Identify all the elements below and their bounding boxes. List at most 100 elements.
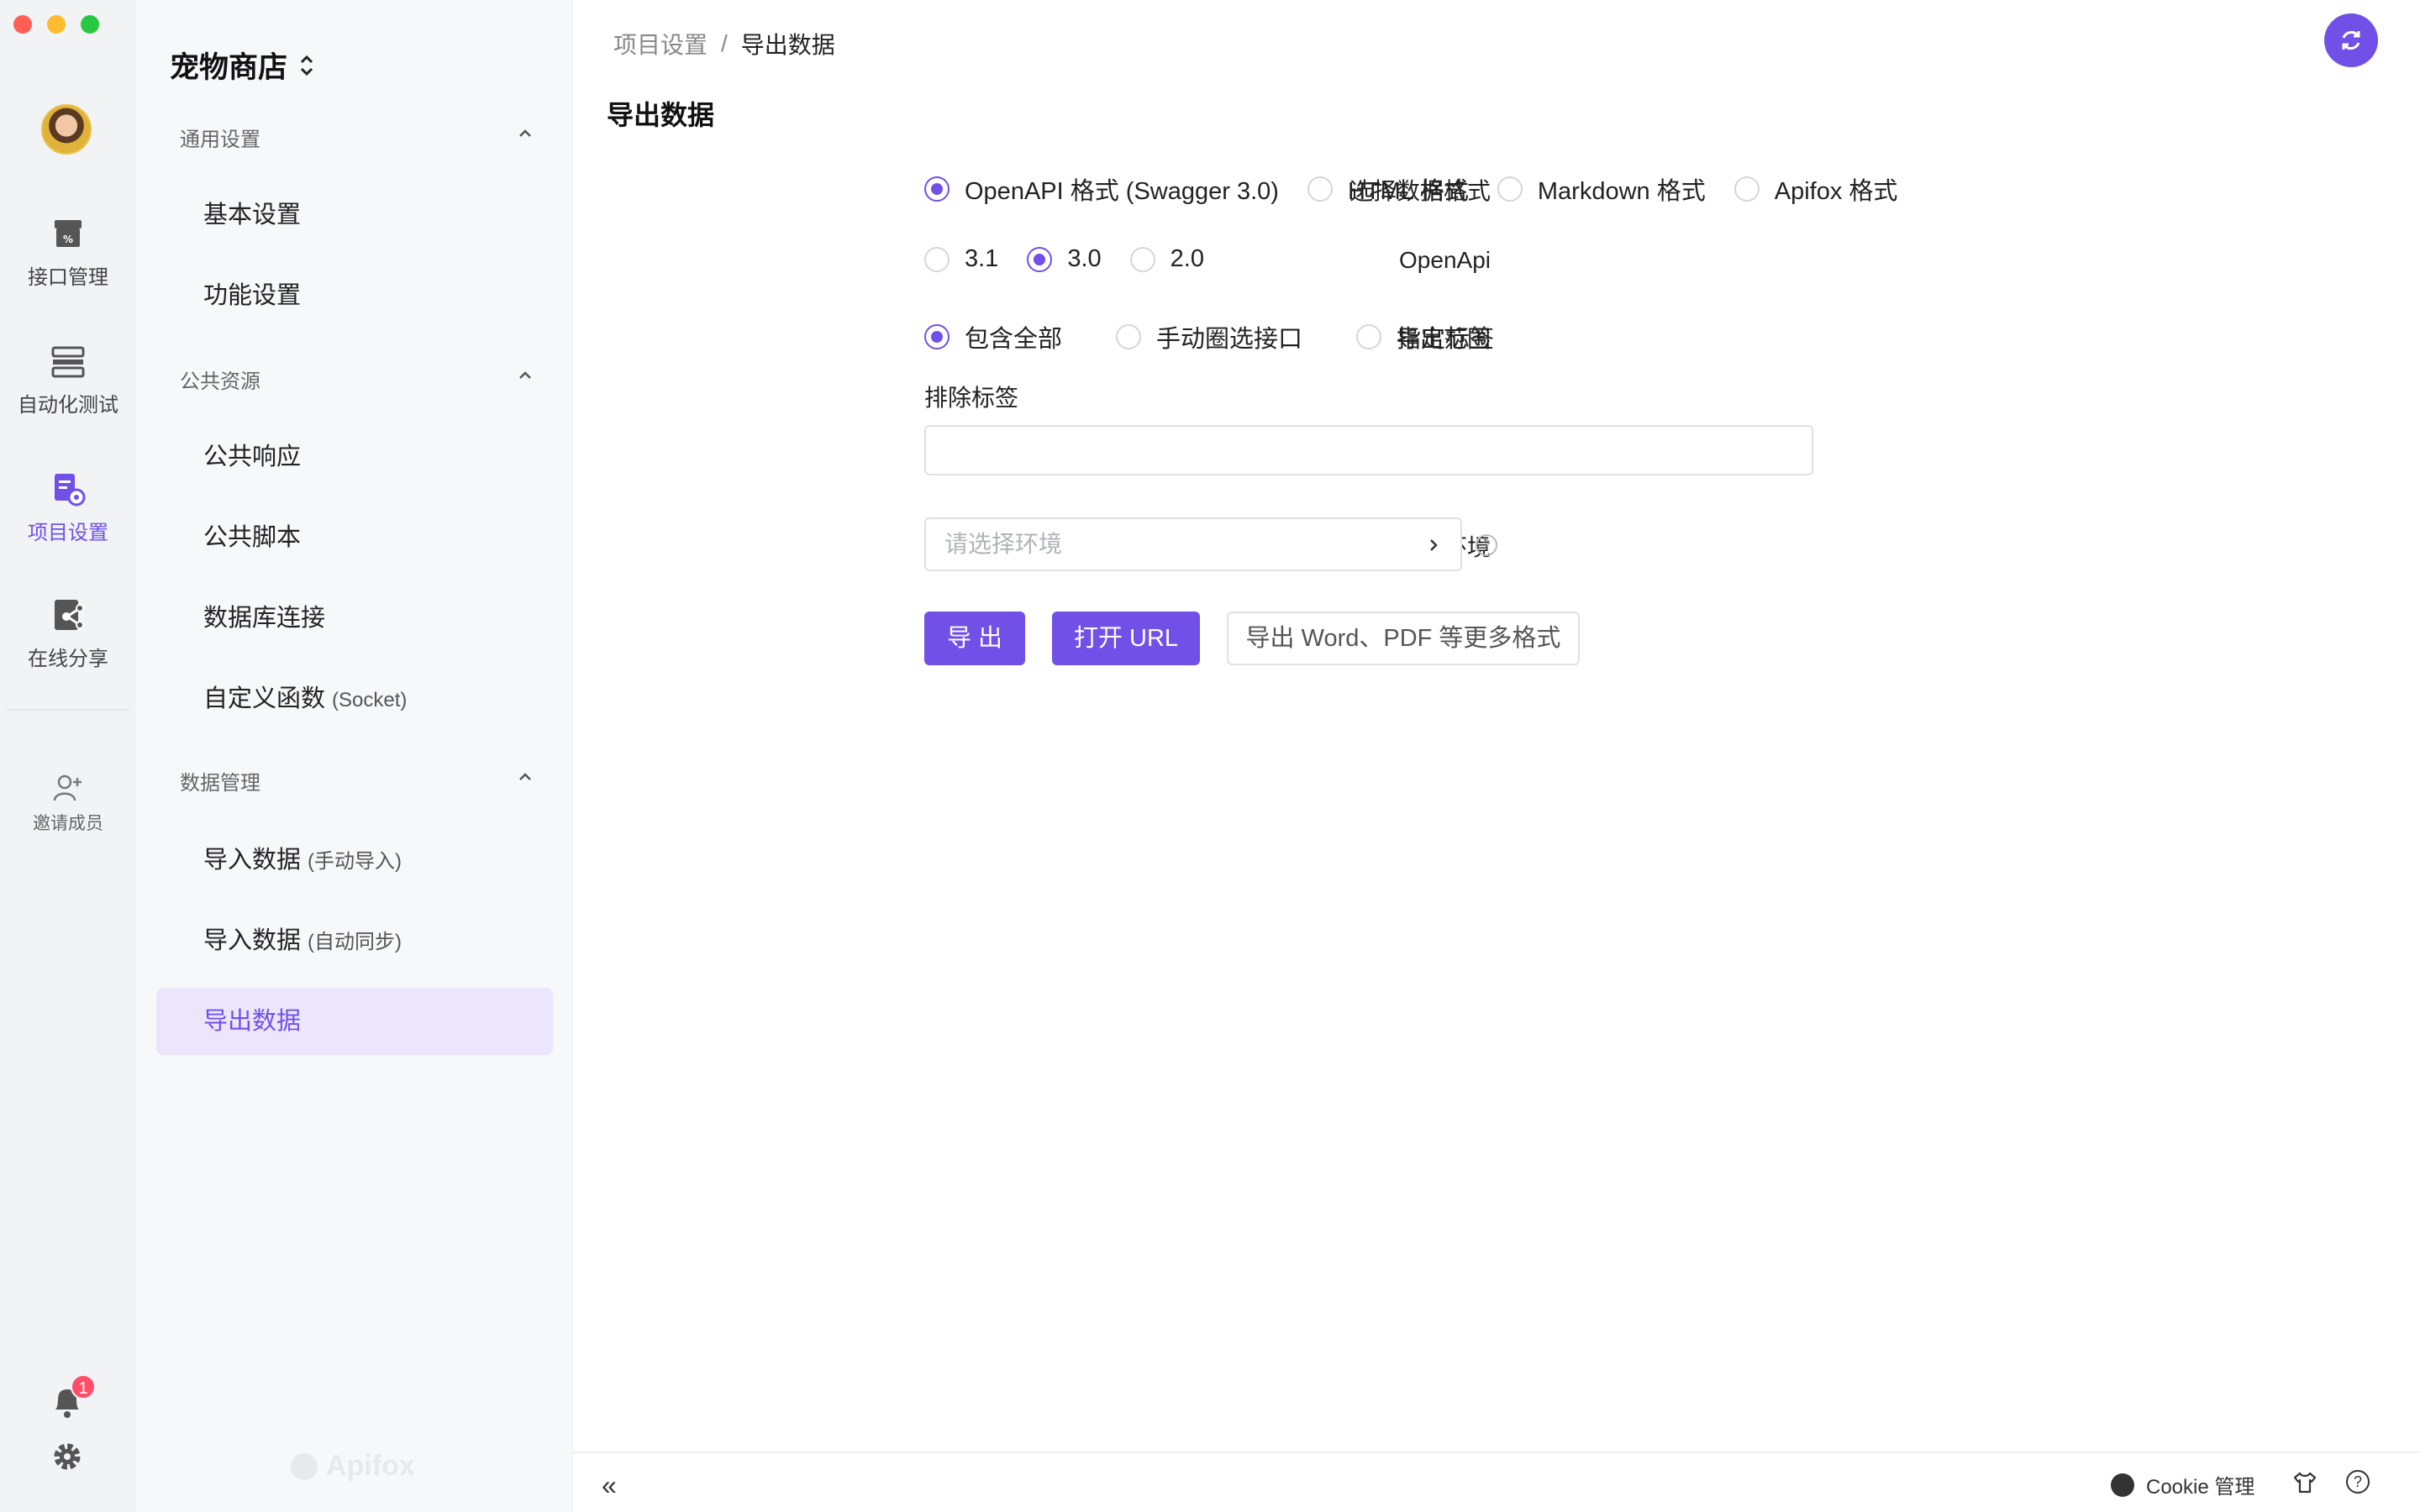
chevron-up-icon: [519, 129, 531, 137]
automation-icon: [51, 346, 85, 378]
cookie-manager-button[interactable]: Cookie 管理: [2111, 1470, 2254, 1499]
icon-rail: % 接口管理 自动化测试 项目设置 在线分享 邀请成员 1: [0, 0, 136, 1512]
environment-select[interactable]: 请选择环境: [924, 517, 1462, 571]
chevron-right-icon: [1430, 539, 1438, 551]
minimize-window-button[interactable]: [47, 15, 66, 34]
radio-label: 2.0: [1170, 245, 1204, 272]
sidebar-item-database-connection[interactable]: 数据库连接: [156, 585, 553, 652]
export-button[interactable]: 导 出: [924, 612, 1025, 665]
updown-chevron-icon: [300, 55, 313, 76]
nav-item-label: 数据库连接: [203, 605, 326, 632]
nav-item-label: 自定义函数: [203, 685, 326, 712]
collapse-sidebar-button[interactable]: «: [602, 1470, 617, 1501]
radio-circle: [924, 246, 950, 272]
radio-scope-manual[interactable]: 手动圈选接口: [1116, 319, 1302, 354]
breadcrumb: 项目设置 / 导出数据: [613, 27, 835, 60]
sidebar-item-import-manual[interactable]: 导入数据 (手动导入): [156, 827, 553, 894]
project-switcher[interactable]: 宠物商店: [170, 44, 314, 87]
radio-label: 3.1: [965, 245, 999, 272]
cookie-label: Cookie 管理: [2146, 1476, 2255, 1499]
nav-item-label: 公共脚本: [203, 524, 302, 551]
group-public-resources[interactable]: 公共资源: [180, 365, 533, 394]
sidebar-item-custom-function[interactable]: 自定义函数 (Socket): [156, 665, 553, 732]
help-icon[interactable]: ?: [1476, 534, 1497, 556]
gear-icon[interactable]: [50, 1440, 84, 1473]
export-scope-radio-group: 包含全部 手动圈选接口 指定标签: [924, 319, 1523, 354]
chevron-up-icon: [519, 371, 531, 379]
nav-item-label: 导出数据: [203, 1008, 302, 1035]
svg-text:%: %: [63, 234, 73, 245]
sync-button[interactable]: [2324, 13, 2378, 67]
radio-circle: [1497, 176, 1523, 202]
nav-item-label: 导入数据: [203, 927, 302, 954]
more-formats-button[interactable]: 导出 Word、PDF 等更多格式: [1227, 612, 1580, 665]
sidebar-item-feature-settings[interactable]: 功能设置: [156, 262, 553, 329]
radio-openapi-3-1[interactable]: 3.1: [924, 245, 998, 273]
cookie-icon: [2111, 1473, 2134, 1497]
radio-label: Markdown 格式: [1537, 178, 1706, 205]
nav-item-label: 基本设置: [203, 202, 302, 228]
sidebar-item-public-response[interactable]: 公共响应: [156, 423, 553, 491]
breadcrumb-parent[interactable]: 项目设置: [613, 27, 708, 60]
radio-label: HTML 格式: [1347, 178, 1469, 205]
radio-label: OpenAPI 格式 (Swagger 3.0): [965, 178, 1279, 205]
rail-item-label: 自动化测试: [18, 394, 118, 417]
radio-format-html[interactable]: HTML 格式: [1307, 171, 1469, 207]
page-title: 导出数据: [607, 100, 715, 130]
radio-format-openapi[interactable]: OpenAPI 格式 (Swagger 3.0): [924, 171, 1279, 207]
apifox-logo-icon: [291, 1452, 318, 1480]
sidebar-item-basic-settings[interactable]: 基本设置: [156, 181, 553, 249]
rail-divider: [7, 709, 129, 711]
watermark-text: Apifox: [326, 1450, 415, 1482]
rail-item-label: 在线分享: [28, 648, 108, 670]
close-window-button[interactable]: [13, 15, 32, 34]
breadcrumb-separator: /: [721, 30, 728, 56]
nav-item-label: 功能设置: [203, 282, 302, 309]
theme-shirt-icon[interactable]: [2292, 1470, 2317, 1495]
rail-item-label: 接口管理: [28, 266, 108, 289]
rail-item-project-settings[interactable]: 项目设置: [0, 470, 136, 545]
nav-item-label: 导入数据: [203, 847, 302, 874]
add-user-icon: [53, 774, 82, 801]
radio-circle: [1027, 246, 1053, 272]
exclude-tags-label: 排除标签: [924, 385, 1019, 411]
radio-openapi-2-0[interactable]: 2.0: [1129, 245, 1204, 273]
radio-circle: [924, 176, 950, 202]
notification-badge: 1: [71, 1374, 96, 1399]
radio-format-apifox[interactable]: Apifox 格式: [1733, 171, 1898, 207]
rail-item-automation[interactable]: 自动化测试: [0, 343, 136, 417]
maximize-window-button[interactable]: [81, 15, 99, 34]
invite-members-button[interactable]: 邀请成员: [0, 773, 136, 835]
environment-placeholder: 请选择环境: [944, 531, 1063, 557]
open-url-button[interactable]: 打开 URL: [1052, 612, 1200, 665]
group-data-management[interactable]: 数据管理: [180, 766, 533, 795]
rail-item-share[interactable]: 在线分享: [0, 596, 136, 671]
radio-openapi-3-0[interactable]: 3.0: [1027, 245, 1102, 273]
radio-scope-all[interactable]: 包含全部: [924, 319, 1062, 354]
radio-label: 包含全部: [965, 326, 1063, 353]
openapi-version-label: OpenApi: [1399, 247, 1491, 273]
rail-item-api[interactable]: % 接口管理: [0, 215, 136, 290]
exclude-tags-input[interactable]: [924, 425, 1813, 475]
sidebar-item-public-script[interactable]: 公共脚本: [156, 504, 553, 571]
share-icon: [55, 600, 84, 630]
help-center-icon[interactable]: ?: [2346, 1470, 2370, 1494]
sidebar-item-export-data[interactable]: 导出数据: [156, 988, 553, 1055]
sync-icon: [2342, 31, 2360, 50]
radio-circle: [1356, 324, 1382, 349]
nav-item-label: 公共响应: [203, 444, 302, 470]
radio-scope-tags[interactable]: 指定标签: [1356, 319, 1494, 354]
settings-sidebar: 宠物商店 通用设置 基本设置 功能设置 公共资源 公共响应 公共脚本 数据库连接…: [136, 0, 573, 1512]
radio-circle: [924, 324, 950, 349]
group-general-settings[interactable]: 通用设置: [180, 123, 533, 152]
radio-circle: [1116, 324, 1142, 349]
avatar[interactable]: [41, 104, 92, 155]
rail-item-label: 项目设置: [28, 522, 108, 544]
radio-format-markdown[interactable]: Markdown 格式: [1497, 171, 1706, 207]
sidebar-item-import-auto-sync[interactable]: 导入数据 (自动同步): [156, 907, 553, 974]
radio-label: 指定标签: [1397, 326, 1495, 353]
chevron-up-icon: [519, 773, 531, 780]
status-bar: « Cookie 管理 ?: [573, 1452, 2420, 1512]
radio-label: Apifox 格式: [1774, 178, 1898, 205]
radio-circle: [1307, 176, 1333, 202]
